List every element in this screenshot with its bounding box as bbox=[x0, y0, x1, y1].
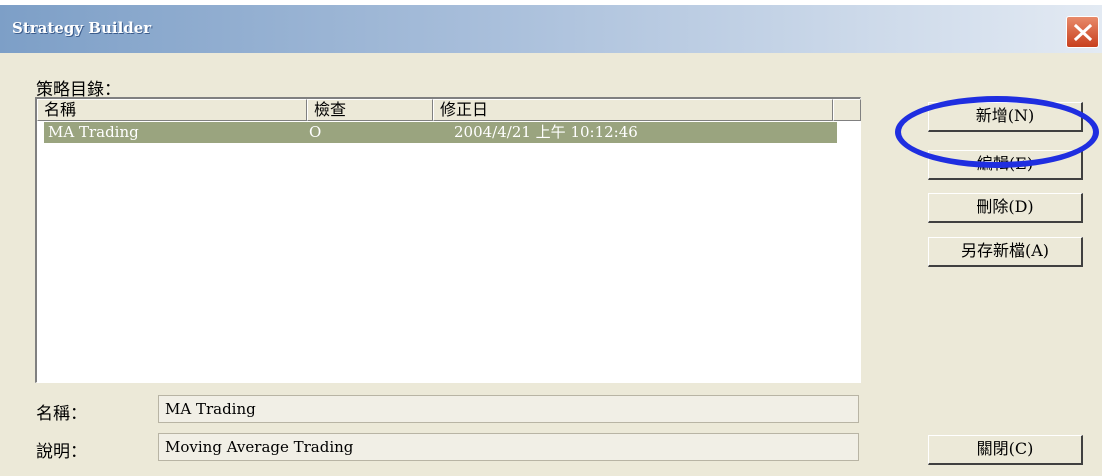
strategy-list[interactable]: 名稱 檢查 修正日 MA Trading O 2004/4/21 上午 10:1… bbox=[35, 97, 861, 383]
row-name-cell: MA Trading bbox=[48, 123, 139, 141]
name-field[interactable]: MA Trading bbox=[158, 395, 859, 423]
delete-button[interactable]: 刪除(D) bbox=[928, 193, 1083, 223]
close-window-button[interactable] bbox=[1066, 16, 1099, 48]
save-as-button[interactable]: 另存新檔(A) bbox=[928, 237, 1083, 267]
column-header-name[interactable]: 名稱 bbox=[37, 99, 307, 121]
window-title: Strategy Builder bbox=[12, 19, 152, 37]
table-row[interactable]: MA Trading O 2004/4/21 上午 10:12:46 bbox=[44, 122, 837, 143]
edit-button[interactable]: 編輯(E) bbox=[928, 150, 1083, 180]
description-label: 說明： bbox=[36, 442, 87, 461]
close-x-icon bbox=[1073, 23, 1093, 42]
column-header-modified[interactable]: 修正日 bbox=[433, 99, 833, 121]
description-field[interactable]: Moving Average Trading bbox=[158, 433, 859, 461]
name-label: 名稱： bbox=[36, 404, 87, 423]
strategy-builder-window: Strategy Builder 策略目錄： 名稱 檢查 修正日 MA Trad… bbox=[0, 5, 1102, 476]
column-header-filler bbox=[833, 99, 861, 121]
title-bar[interactable]: Strategy Builder bbox=[0, 5, 1102, 53]
new-button[interactable]: 新增(N) bbox=[928, 102, 1083, 132]
row-modified-cell: 2004/4/21 上午 10:12:46 bbox=[454, 123, 638, 141]
row-check-cell: O bbox=[309, 123, 322, 141]
close-button[interactable]: 關閉(C) bbox=[928, 435, 1083, 465]
column-header-check[interactable]: 檢查 bbox=[307, 99, 433, 121]
